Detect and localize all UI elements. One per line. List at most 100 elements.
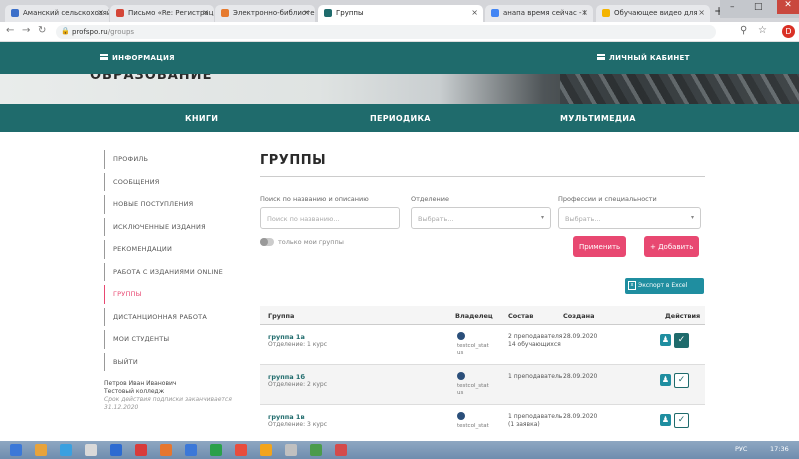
- add-button[interactable]: + Добавить: [644, 236, 700, 257]
- info-menu-link[interactable]: ИНФОРМАЦИЯ: [100, 54, 175, 62]
- check-icon[interactable]: ✓: [674, 333, 689, 348]
- tab-title: Аманский сельскохозяй: [23, 9, 109, 17]
- tab-favicon-icon: [491, 9, 499, 17]
- tab-close-icon[interactable]: ×: [698, 8, 705, 17]
- sidebar-item[interactable]: СООБЩЕНИЯ: [104, 172, 244, 191]
- tab-close-icon[interactable]: ×: [471, 8, 478, 17]
- sidebar-item[interactable]: ПРОФИЛЬ: [104, 150, 244, 169]
- check-icon[interactable]: ✓: [674, 413, 689, 428]
- user-icon[interactable]: ♟: [660, 334, 671, 346]
- page-title: ГРУППЫ: [260, 153, 327, 168]
- sidebar-item[interactable]: ИСКЛЮЧЕННЫЕ ИЗДАНИЯ: [104, 217, 244, 236]
- browser-tab[interactable]: Аманский сельскохозяй ×: [5, 5, 109, 22]
- browser-toolbar: ← → ↻ 🔒 profspo.ru/groups ⚲ ☆ D: [0, 22, 799, 42]
- taskbar-app-icon[interactable]: [160, 444, 172, 456]
- tab-close-icon[interactable]: ×: [303, 8, 310, 17]
- address-bar[interactable]: 🔒 profspo.ru/groups: [56, 25, 716, 39]
- col-created[interactable]: Создана: [563, 312, 595, 320]
- main-nav: КНИГИ ПЕРИОДИКА МУЛЬТИМЕДИА: [0, 104, 799, 132]
- taskbar-app-icon[interactable]: [135, 444, 147, 456]
- maximize-icon[interactable]: □: [754, 2, 763, 12]
- composition-teachers: 2 преподавателя: [508, 333, 563, 340]
- my-groups-toggle-label: только мои группы: [278, 238, 344, 246]
- browser-tab[interactable]: Письмо «Re: Регистрац ×: [110, 5, 214, 22]
- site-logo-text[interactable]: ОБРАЗОВАНИЕ: [90, 74, 212, 83]
- nav-books[interactable]: КНИГИ: [185, 114, 218, 123]
- subscription-expires-date: 31.12.2020: [104, 404, 139, 411]
- sidebar-item[interactable]: МОИ СТУДЕНТЫ: [104, 330, 244, 349]
- export-excel-button[interactable]: x Экспорт в Excel: [625, 278, 704, 294]
- nav-multimedia[interactable]: МУЛЬТИМЕДИА: [560, 114, 636, 123]
- check-icon[interactable]: ✓: [674, 373, 689, 388]
- taskbar-app-icon[interactable]: [210, 444, 222, 456]
- browser-tab[interactable]: Обучающее видео для ×: [596, 5, 710, 22]
- owner-name-link[interactable]: testcol_stat us: [457, 383, 489, 397]
- my-groups-toggle[interactable]: [260, 238, 274, 246]
- table-header: Группа Владелец Состав Создана Действия: [260, 306, 705, 325]
- window-close-icon[interactable]: ✕: [777, 0, 799, 14]
- group-name-link[interactable]: группа 1а: [268, 333, 305, 341]
- language-indicator[interactable]: РУС: [735, 445, 747, 453]
- taskbar-app-icon[interactable]: [35, 444, 47, 456]
- col-owner[interactable]: Владелец: [455, 312, 493, 320]
- col-composition[interactable]: Состав: [508, 312, 533, 320]
- search-input[interactable]: Поиск по названию...: [260, 207, 400, 229]
- title-divider: [260, 176, 705, 177]
- tab-close-icon[interactable]: ×: [202, 8, 209, 17]
- nav-periodicals[interactable]: ПЕРИОДИКА: [370, 114, 431, 123]
- bookmark-star-icon[interactable]: ☆: [758, 25, 767, 36]
- user-icon[interactable]: ♟: [660, 374, 671, 386]
- profile-avatar[interactable]: D: [782, 25, 795, 38]
- sidebar-item[interactable]: НОВЫЕ ПОСТУПЛЕНИЯ: [104, 195, 244, 214]
- sidebar-item[interactable]: РАБОТА С ИЗДАНИЯМИ ONLINE: [104, 262, 244, 281]
- taskbar-app-icon[interactable]: [335, 444, 347, 456]
- clock[interactable]: 17:36: [770, 445, 789, 453]
- browser-tab[interactable]: Электронно-библиотеч ×: [215, 5, 315, 22]
- taskbar-app-icon[interactable]: [235, 444, 247, 456]
- browser-tab[interactable]: Группы ×: [318, 5, 483, 22]
- taskbar-app-icon[interactable]: [10, 444, 22, 456]
- sidebar-item[interactable]: ДИСТАНЦИОННАЯ РАБОТА: [104, 307, 244, 326]
- group-composition: 2 преподавателя 14 обучающихся: [508, 333, 562, 349]
- col-actions: Действия: [665, 312, 701, 320]
- cabinet-menu-link[interactable]: ЛИЧНЫЙ КАБИНЕТ: [597, 54, 690, 62]
- taskbar-app-icon[interactable]: [285, 444, 297, 456]
- tab-title: Группы: [336, 9, 364, 17]
- banner-image: [560, 74, 799, 104]
- owner-name-link[interactable]: testcol_stat: [457, 423, 489, 430]
- group-composition: 1 преподаватель (1 заявка): [508, 413, 562, 429]
- profession-select[interactable]: Выбрать... ▾: [558, 207, 701, 229]
- owner-name: testcol_stat: [457, 343, 489, 349]
- department-select[interactable]: Выбрать... ▾: [411, 207, 551, 229]
- tab-title: анапа время сейчас - I: [503, 9, 586, 17]
- group-name-link[interactable]: группа 1в: [268, 413, 305, 421]
- browser-tab[interactable]: анапа время сейчас - I ×: [485, 5, 593, 22]
- taskbar-app-icon[interactable]: [85, 444, 97, 456]
- sidebar-item[interactable]: РЕКОМЕНДАЦИИ: [104, 240, 244, 259]
- taskbar-app-icon[interactable]: [260, 444, 272, 456]
- taskbar-app-icon[interactable]: [185, 444, 197, 456]
- group-created-date: 28.09.2020: [563, 373, 598, 380]
- tab-close-icon[interactable]: ×: [97, 8, 104, 17]
- minimize-icon[interactable]: –: [730, 2, 735, 12]
- sidebar-item[interactable]: ГРУППЫ: [104, 285, 244, 304]
- zoom-icon[interactable]: ⚲: [740, 25, 747, 36]
- owner-name: testcol_stat: [457, 383, 489, 389]
- composition-students: (1 заявка): [508, 421, 540, 428]
- col-group[interactable]: Группа: [268, 312, 294, 320]
- reload-icon[interactable]: ↻: [38, 25, 46, 36]
- group-name-link[interactable]: группа 1б: [268, 373, 305, 381]
- taskbar-app-icon[interactable]: [310, 444, 322, 456]
- back-icon[interactable]: ←: [6, 25, 14, 36]
- forward-icon[interactable]: →: [22, 25, 30, 36]
- sidebar-item[interactable]: ВЫЙТИ: [104, 352, 244, 371]
- taskbar-app-icon[interactable]: [60, 444, 72, 456]
- user-icon[interactable]: ♟: [660, 414, 671, 426]
- info-menu-label: ИНФОРМАЦИЯ: [112, 54, 175, 62]
- tab-close-icon[interactable]: ×: [581, 8, 588, 17]
- group-composition: 1 преподаватель: [508, 373, 562, 381]
- apply-button[interactable]: Применить: [573, 236, 627, 257]
- taskbar-app-icon[interactable]: [110, 444, 122, 456]
- owner-name-link[interactable]: testcol_stat us: [457, 343, 489, 357]
- group-department: Отделение: 3 курс: [268, 421, 328, 428]
